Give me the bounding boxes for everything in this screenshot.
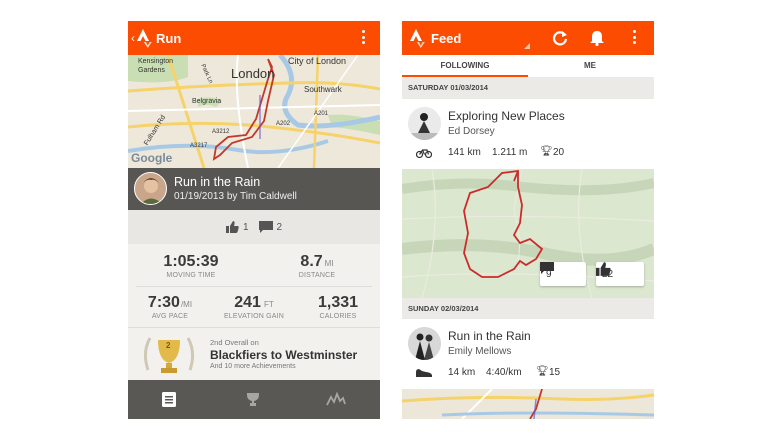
- app-bar: Feed: [402, 21, 654, 55]
- achievement-title: Blackfiers to Westminster: [210, 348, 358, 362]
- kudos-count: 1: [242, 221, 249, 233]
- comments-button[interactable]: 9: [540, 262, 586, 286]
- athlete-avatar[interactable]: [408, 107, 441, 140]
- date-header: SUNDAY 02/03/2014: [408, 304, 479, 313]
- kudos-button[interactable]: 1: [225, 221, 249, 233]
- trophy-icon: 🏆︎: [540, 146, 553, 157]
- comment-icon: [540, 262, 554, 274]
- distance-value: 141 km: [448, 147, 481, 158]
- screen-title: Run: [156, 31, 182, 46]
- date-header: SATURDAY 01/03/2014: [408, 83, 488, 92]
- map-label-a3217: A3217: [190, 143, 208, 149]
- feed-tabs: FOLLOWING ME: [402, 55, 654, 77]
- route-map[interactable]: 9 22: [402, 169, 654, 298]
- feed-card[interactable]: Run in the Rain Emily Mellows 14 km 4:40…: [402, 319, 654, 419]
- back-icon[interactable]: ‹: [131, 31, 135, 45]
- stat-label: AVG PACE: [151, 313, 189, 320]
- thumbs-up-icon: [225, 221, 239, 233]
- comment-icon: [258, 221, 273, 233]
- stat-unit: FT: [263, 300, 274, 309]
- athlete-avatar[interactable]: [408, 327, 441, 360]
- map-label-kensington-gardens: Kensington Gardens: [138, 58, 174, 74]
- stat-label: ELEVATION GAIN: [223, 313, 285, 320]
- route-map[interactable]: [402, 389, 654, 419]
- bottom-nav: [128, 380, 380, 419]
- activity-title: Run in the Rain: [174, 175, 261, 189]
- elevation-value: 1.211 m: [492, 147, 528, 158]
- tab-achievements-icon[interactable]: [246, 392, 260, 407]
- google-logo: Google: [131, 151, 173, 165]
- stat-calories: 1,331 CALORIES: [296, 294, 380, 320]
- achievement-overline: 2nd Overall on: [210, 338, 259, 347]
- social-row: 1 2: [128, 210, 380, 244]
- tab-me[interactable]: ME: [528, 55, 652, 77]
- map-label-a201: A201: [314, 111, 329, 117]
- stat-moving-time: 1:05:39 MOVING TIME: [128, 253, 254, 279]
- bike-icon: [416, 149, 432, 158]
- trophy-icon: [143, 337, 195, 373]
- refresh-icon[interactable]: [552, 30, 568, 46]
- stat-value: 1:05:39: [163, 253, 219, 270]
- divider: [136, 286, 372, 287]
- overflow-menu-icon[interactable]: [633, 30, 637, 46]
- run-shoe-icon: [416, 369, 432, 377]
- app-bar: ‹ Run: [128, 21, 380, 55]
- stat-avg-pace: 7:30/MI AVG PACE: [128, 294, 212, 320]
- dropdown-indicator-icon[interactable]: [524, 43, 530, 49]
- stat-label: CALORIES: [319, 313, 357, 320]
- feed-screen: Feed FOLLOWING ME SATURDAY 01/03/2014 Ex…: [402, 21, 654, 419]
- tab-analysis-icon[interactable]: [326, 392, 346, 406]
- stat-unit: /MI: [180, 300, 193, 309]
- activity-title[interactable]: Run in the Rain: [448, 329, 531, 343]
- stat-value: 7:30: [147, 294, 180, 311]
- pace-value: 4:40/km: [486, 367, 522, 378]
- stat-label: DISTANCE: [298, 272, 336, 279]
- strava-logo-icon[interactable]: [137, 28, 153, 48]
- tab-summary-icon[interactable]: [162, 392, 176, 407]
- achievement-row[interactable]: 2 2nd Overall on Blackfiers to Westminst…: [128, 328, 380, 380]
- activity-header: Run in the Rain 01/19/2013 by Tim Caldwe…: [128, 168, 380, 210]
- stat-elevation-gain: 241 FT ELEVATION GAIN: [212, 294, 296, 320]
- tab-following[interactable]: FOLLOWING: [402, 55, 528, 77]
- trophy-count: 20: [553, 147, 565, 158]
- activity-title[interactable]: Exploring New Places: [448, 109, 565, 123]
- stat-unit: MI: [324, 259, 334, 268]
- achievement-note: And 10 more Achievements: [210, 363, 296, 370]
- activity-subtitle: 01/19/2013 by Tim Caldwell: [174, 191, 297, 202]
- stat-distance: 8.7 MI DISTANCE: [254, 253, 380, 279]
- activity-detail-screen: ‹ Run Kensington Gardens London City of …: [128, 21, 380, 419]
- map-label-southwark: Southwark: [304, 85, 342, 94]
- map-label-a202: A202: [276, 121, 291, 127]
- map-label-city-of-london: City of London: [288, 56, 347, 66]
- stat-label: MOVING TIME: [166, 272, 216, 279]
- athlete-avatar[interactable]: [134, 172, 167, 205]
- map-label-a3212: A3212: [212, 129, 230, 135]
- distance-value: 14 km: [448, 367, 476, 378]
- thumbs-up-icon: [596, 262, 611, 276]
- overflow-menu-icon[interactable]: [362, 30, 366, 46]
- feed-card[interactable]: Exploring New Places Ed Dorsey 141 km 1.…: [402, 99, 654, 298]
- stat-value: 1,331: [317, 294, 359, 311]
- athlete-name[interactable]: Emily Mellows: [448, 346, 511, 357]
- screen-title: Feed: [431, 31, 462, 46]
- kudos-button[interactable]: 22: [596, 262, 644, 286]
- stat-value: 241: [234, 294, 261, 311]
- achievement-rank: 2: [166, 341, 171, 350]
- notifications-bell-icon[interactable]: [590, 30, 604, 46]
- athlete-name[interactable]: Ed Dorsey: [448, 126, 495, 137]
- comments-button[interactable]: 2: [258, 221, 283, 233]
- strava-logo-icon[interactable]: [410, 28, 426, 48]
- map-label-london: London: [231, 66, 275, 81]
- trophy-icon: 🏆︎: [536, 366, 549, 377]
- trophy-count: 15: [549, 367, 561, 378]
- comment-count: 2: [276, 221, 283, 233]
- route-map[interactable]: Kensington Gardens London City of London…: [128, 55, 380, 168]
- map-label-belgravia: Belgravia: [192, 98, 222, 105]
- stat-value: 8.7: [300, 253, 323, 270]
